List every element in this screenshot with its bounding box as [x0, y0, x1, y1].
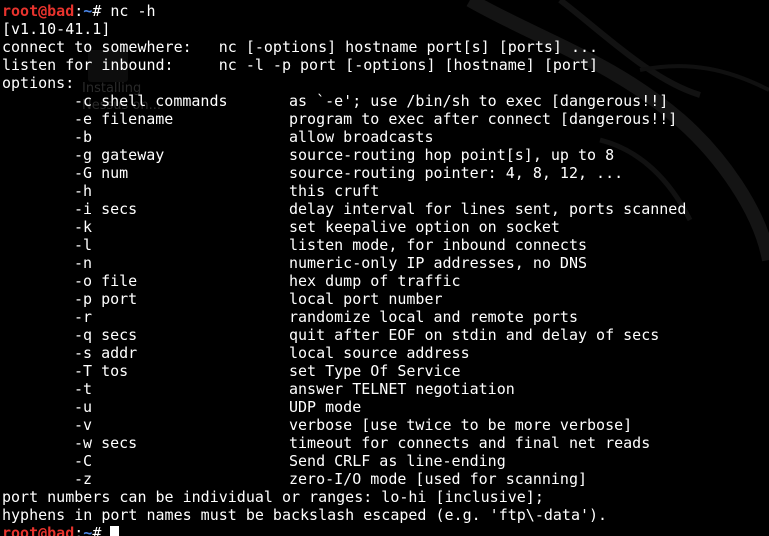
option-description: as `-e'; use /bin/sh to exec [dangerous!… [289, 92, 669, 110]
option-description: allow broadcasts [289, 128, 434, 146]
option-flag: -T tos [74, 362, 129, 380]
option-description: source-routing pointer: 4, 8, 12, ... [289, 164, 624, 182]
option-description: UDP mode [289, 398, 362, 416]
option-description: randomize local and remote ports [289, 308, 578, 326]
option-description: set keepalive option on socket [289, 218, 560, 236]
option-row: -u UDP mode [2, 398, 607, 416]
option-flag: -e filename [74, 110, 174, 128]
option-row: -l listen mode, for inbound connects [2, 236, 607, 254]
usage-connect-line: connect to somewhere: nc [-options] host… [2, 38, 599, 56]
option-row: -s addr local source address [2, 344, 607, 362]
footer-port-ranges-line: port numbers can be individual or ranges… [2, 488, 544, 506]
option-row: -h this cruft [2, 182, 607, 200]
option-description: delay interval for lines sent, ports sca… [289, 200, 687, 218]
option-flag: -k [74, 218, 93, 236]
option-flag: -p port [74, 290, 138, 308]
option-flag: -h [74, 182, 93, 200]
option-row: -c shell commands as `-e'; use /bin/sh to… [2, 92, 668, 110]
version-line: [v1.10-41.1] [2, 20, 111, 38]
prompt-path: ~ [83, 524, 93, 536]
option-flag: -w secs [74, 434, 138, 452]
option-flag: -c shell commands [74, 92, 228, 110]
prompt-separator: : [74, 2, 84, 20]
new-prompt-line[interactable]: root@bad:~# [2, 524, 607, 536]
option-row: -i secs delay interval for lines sent, po… [2, 200, 686, 218]
option-flag: -C [74, 452, 93, 470]
options-heading: options: [2, 74, 75, 92]
prompt-user-host: root@bad [2, 524, 75, 536]
option-row: -b allow broadcasts [2, 128, 607, 146]
option-description: timeout for connects and final net reads [289, 434, 651, 452]
option-flag: -i secs [74, 200, 138, 218]
option-description: zero-I/O mode [used for scanning] [289, 470, 588, 488]
terminal-output: root@bad:~# nc -h [v1.10-41.1] connect t… [2, 2, 686, 536]
option-flag: -b [74, 128, 93, 146]
option-row: -e filename program to exec after connect… [2, 110, 677, 128]
option-row: -G num source-routing pointer: 4, 8, 12, … [2, 164, 623, 182]
option-description: verbose [use twice to be more verbose] [289, 416, 633, 434]
option-flag: -z [74, 470, 93, 488]
option-description: listen mode, for inbound connects [289, 236, 588, 254]
option-row: -q secs quit after EOF on stdin and delay… [2, 326, 659, 344]
option-flag: -v [74, 416, 93, 434]
option-row: -T tos set Type Of Service [2, 362, 607, 380]
option-description: set Type Of Service [289, 362, 461, 380]
option-flag: -g gateway [74, 146, 165, 164]
option-row: -p port local port number [2, 290, 607, 308]
option-row: -o file hex dump of traffic [2, 272, 607, 290]
option-row: -t answer TELNET negotiation [2, 380, 607, 398]
prompt-symbol: # [92, 524, 111, 536]
option-description: quit after EOF on stdin and delay of sec… [289, 326, 660, 344]
option-flag: -o file [74, 272, 138, 290]
option-flag: -l [74, 236, 93, 254]
option-description: Send CRLF as line-ending [289, 452, 506, 470]
prompt-separator: : [74, 524, 84, 536]
command-text: nc -h [110, 2, 156, 20]
option-flag: -u [74, 398, 93, 416]
footer-hyphens-line: hyphens in port names must be backslash … [2, 506, 608, 524]
prompt-user-host: root@bad [2, 2, 75, 20]
option-flag: -r [74, 308, 93, 326]
option-flag: -t [74, 380, 93, 398]
option-flag: -G num [74, 164, 129, 182]
option-row: -z zero-I/O mode [used for scanning] [2, 470, 607, 488]
option-description: source-routing hop point[s], up to 8 [289, 146, 615, 164]
prompt-path: ~ [83, 2, 93, 20]
terminal-window[interactable]: Installing Nessus on... root@bad:~# nc -… [0, 0, 769, 536]
option-description: program to exec after connect [dangerous… [289, 110, 678, 128]
option-row: -v verbose [use twice to be more verbose] [2, 416, 632, 434]
prompt-symbol: # [92, 2, 111, 20]
command-line: root@bad:~# nc -h [2, 2, 607, 20]
option-description: hex dump of traffic [289, 272, 461, 290]
option-row: -g gateway source-routing hop point[s], u… [2, 146, 614, 164]
option-row: -w secs timeout for connects and final ne… [2, 434, 650, 452]
option-flag: -s addr [74, 344, 138, 362]
option-description: local source address [289, 344, 470, 362]
option-row: -C Send CRLF as line-ending [2, 452, 607, 470]
option-description: local port number [289, 290, 443, 308]
option-row: -r randomize local and remote ports [2, 308, 607, 326]
option-flag: -q secs [74, 326, 138, 344]
text-cursor [110, 526, 120, 536]
usage-listen-line: listen for inbound: nc -l -p port [-opti… [2, 56, 599, 74]
option-description: numeric-only IP addresses, no DNS [289, 254, 588, 272]
option-description: answer TELNET negotiation [289, 380, 515, 398]
option-description: this cruft [289, 182, 380, 200]
option-flag: -n [74, 254, 93, 272]
option-row: -k set keepalive option on socket [2, 218, 607, 236]
option-row: -n numeric-only IP addresses, no DNS [2, 254, 607, 272]
